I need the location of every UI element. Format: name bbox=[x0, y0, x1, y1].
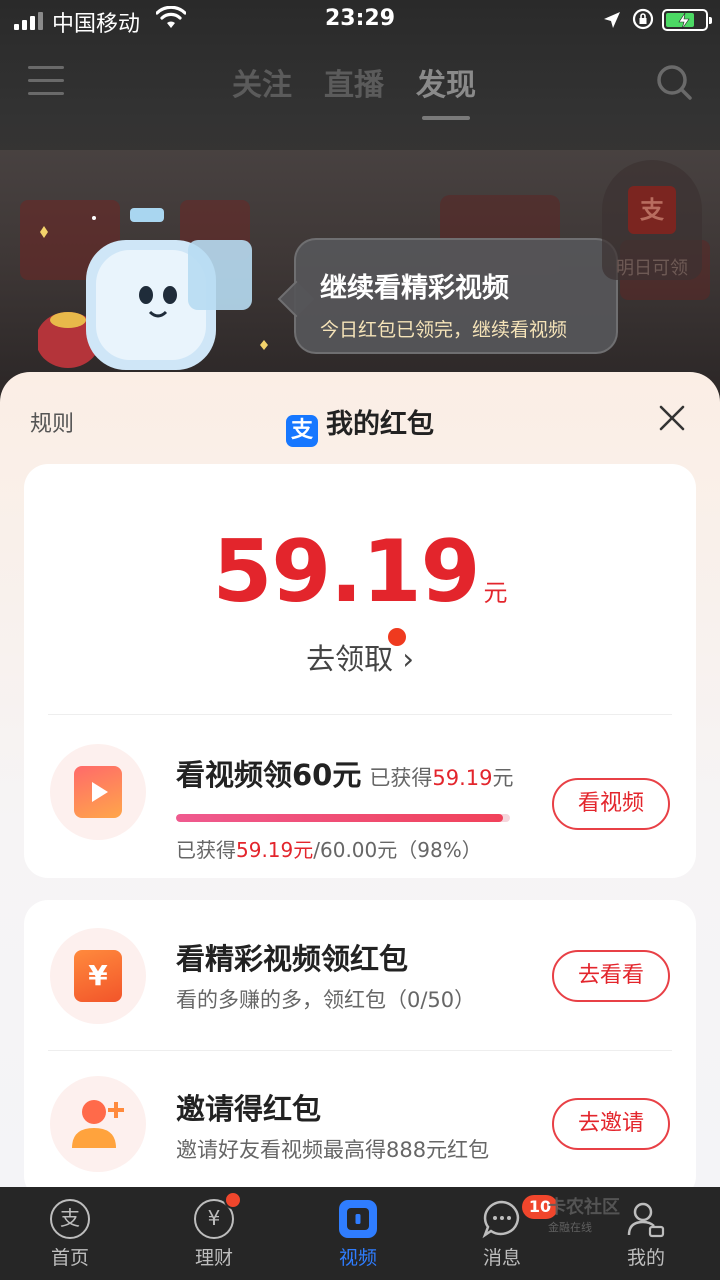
gain-prefix: 已获得 bbox=[369, 766, 433, 790]
tab-label: 理财 bbox=[194, 1247, 233, 1269]
task-title: 邀请得红包 bbox=[176, 1092, 322, 1126]
alipay-logo-icon: 支 bbox=[286, 415, 318, 447]
menu-icon[interactable] bbox=[28, 66, 64, 96]
watermark-text: 卡农社区 bbox=[548, 1197, 620, 1218]
tomorrow-label: 明日可领 bbox=[616, 258, 688, 279]
task-subtitle: 邀请好友看视频最高得888元红包 bbox=[176, 1138, 490, 1162]
task-icon-bg: ¥ bbox=[50, 928, 146, 1024]
task-subtitle: 看的多赚的多，领红包（0/50） bbox=[176, 988, 476, 1012]
watermark-sub: 金融在线 bbox=[548, 1221, 592, 1234]
chevron-right-icon: › bbox=[402, 642, 414, 676]
go-watch-button[interactable]: 去看看 bbox=[552, 950, 670, 1002]
progress-rest: /60.00元（98%） bbox=[313, 838, 482, 862]
watch-video-button[interactable]: 看视频 bbox=[552, 778, 670, 830]
tasks-card: ¥ 看精彩视频领红包 看的多赚的多，领红包（0/50） 去看看 邀请得红包 邀请… bbox=[24, 900, 696, 1187]
tab-live[interactable]: 直播 bbox=[324, 60, 384, 104]
amount-unit: 元 bbox=[483, 579, 508, 607]
task-gain: 已获得59.19元 bbox=[369, 766, 513, 790]
claim-link[interactable]: 去领取 › bbox=[24, 628, 696, 678]
notification-dot bbox=[388, 628, 406, 646]
task-invite: 邀请得红包 邀请好友看视频最高得888元红包 去邀请 bbox=[24, 1050, 696, 1187]
location-arrow-icon bbox=[604, 12, 620, 28]
top-nav: 关注 直播 发现 bbox=[0, 48, 720, 120]
alipay-home-icon: 支 bbox=[50, 1199, 90, 1239]
search-icon[interactable] bbox=[654, 62, 694, 102]
tomorrow-redpack[interactable]: 支 明日可领 bbox=[602, 160, 702, 280]
claim-label: 去领取 bbox=[306, 642, 394, 676]
rotation-lock-icon bbox=[632, 8, 654, 30]
progress-value: 59.19元 bbox=[236, 838, 314, 862]
tab-wealth[interactable]: ¥ 理财 bbox=[164, 1187, 264, 1280]
tab-label: 消息 bbox=[482, 1247, 521, 1269]
tab-home[interactable]: 支 首页 bbox=[20, 1187, 120, 1280]
message-icon bbox=[482, 1200, 520, 1239]
task-icon-bg bbox=[50, 1076, 146, 1172]
tab-discover[interactable]: 发现 bbox=[416, 60, 476, 120]
task-title-text: 看视频领60元 bbox=[176, 758, 362, 792]
tab-label: 首页 bbox=[50, 1247, 89, 1269]
task-icon-bg bbox=[50, 744, 146, 840]
balance-amount: 59.19 元 bbox=[24, 522, 696, 622]
notification-dot bbox=[224, 1191, 242, 1209]
play-icon bbox=[74, 766, 122, 818]
mascot-illustration bbox=[38, 208, 268, 370]
video-icon bbox=[339, 1200, 377, 1238]
bubble-subtitle: 今日红包已领完，继续看视频 bbox=[320, 319, 568, 341]
bottom-tab-bar: 支 首页 ¥ 理财 视频 10 消息 我的 卡农社区 金融在线 bbox=[0, 1187, 720, 1280]
balance-card: 59.19 元 去领取 › 看视频领60元 已获得59.19元 已获得59.19元/… bbox=[24, 464, 696, 878]
tab-label: 视频 bbox=[338, 1247, 377, 1269]
watermark: 卡农社区 金融在线 bbox=[548, 1193, 668, 1234]
red-packet-sheet: 规则 支我的红包 59.19 元 去领取 › 看视频领60元 已获得59.19元… bbox=[0, 372, 720, 1187]
close-icon[interactable] bbox=[658, 404, 686, 432]
bubble-title: 继续看精彩视频 bbox=[320, 273, 509, 304]
tab-follow[interactable]: 关注 bbox=[232, 60, 292, 104]
yuan-envelope-icon: ¥ bbox=[74, 950, 122, 1002]
task-watch-video: 看视频领60元 已获得59.19元 已获得59.19元/60.00元（98%） 看… bbox=[24, 714, 696, 878]
progress-text: 已获得59.19元/60.00元（98%） bbox=[176, 834, 482, 863]
task-title: 看精彩视频领红包 bbox=[176, 942, 409, 976]
invite-button[interactable]: 去邀请 bbox=[552, 1098, 670, 1150]
invite-user-icon bbox=[72, 1100, 124, 1148]
tab-label: 我的 bbox=[626, 1247, 665, 1269]
progress-prefix: 已获得 bbox=[176, 838, 236, 862]
gain-value: 59.19 bbox=[432, 766, 493, 790]
tab-video[interactable]: 视频 bbox=[308, 1187, 408, 1280]
hint-bubble: 继续看精彩视频 今日红包已领完，继续看视频 bbox=[294, 238, 618, 354]
sheet-title-text: 我的红包 bbox=[326, 409, 434, 440]
sheet-header: 规则 支我的红包 bbox=[0, 372, 720, 462]
amount-value: 59.19 bbox=[212, 522, 480, 622]
status-bar: 中国移动 23:29 bbox=[0, 0, 720, 40]
gain-unit: 元 bbox=[492, 766, 514, 790]
battery-icon bbox=[662, 9, 712, 31]
tab-messages[interactable]: 10 消息 bbox=[452, 1187, 558, 1280]
task-title: 看视频领60元 已获得59.19元 bbox=[176, 752, 513, 794]
sheet-title: 支我的红包 bbox=[0, 402, 720, 447]
progress-fill bbox=[176, 814, 504, 822]
task-watch-redpack: ¥ 看精彩视频领红包 看的多赚的多，领红包（0/50） 去看看 bbox=[24, 900, 696, 1050]
red-envelope-icon: 支 bbox=[628, 186, 676, 234]
progress-bar bbox=[176, 814, 510, 822]
feed-tabs: 关注 直播 发现 bbox=[232, 60, 476, 120]
